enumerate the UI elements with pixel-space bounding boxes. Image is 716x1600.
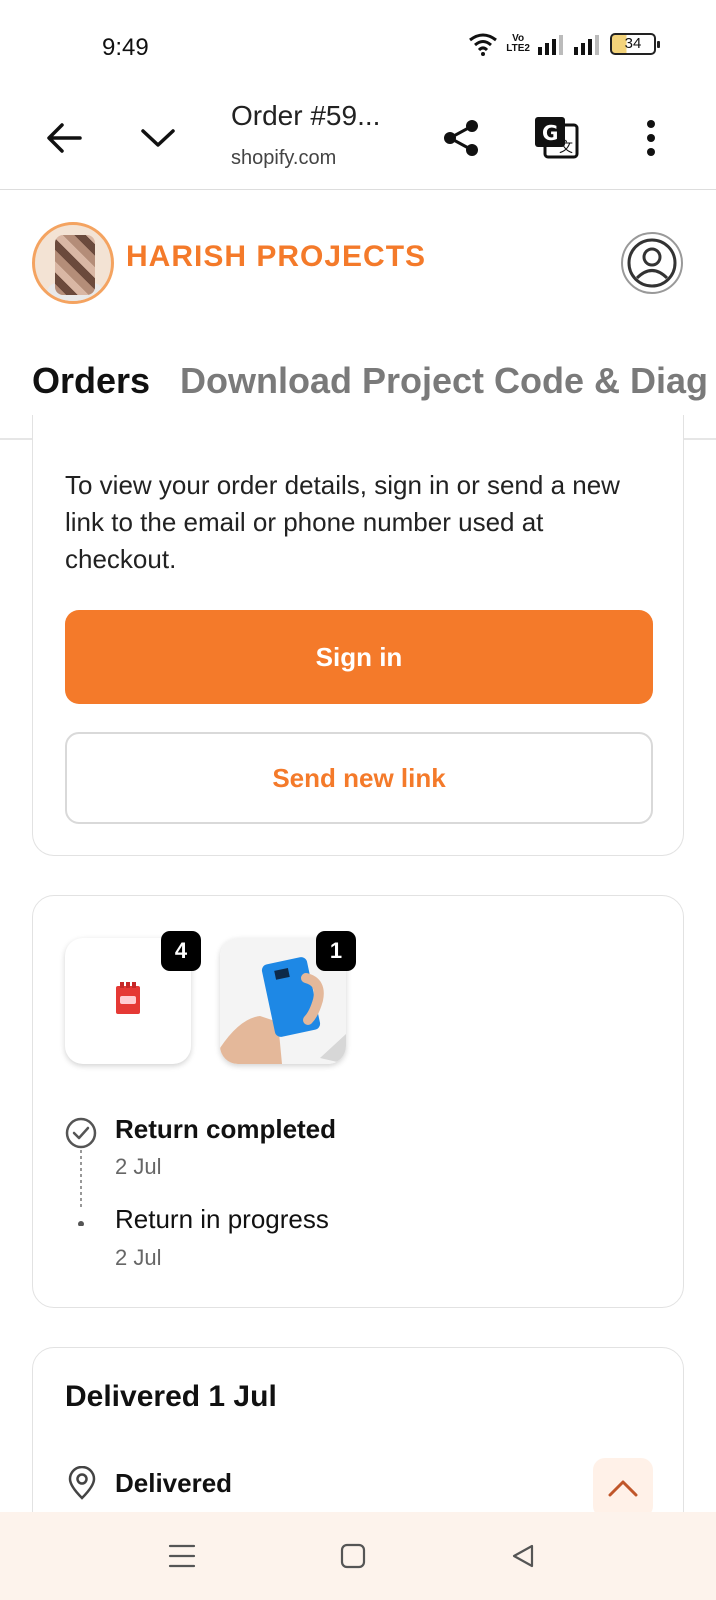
send-new-link-button[interactable]: Send new link <box>65 732 653 824</box>
check-circle-icon <box>65 1117 97 1149</box>
chevron-down-icon <box>141 129 175 147</box>
sign-in-button[interactable]: Sign in <box>65 610 653 704</box>
tab-download-project-code[interactable]: Download Project Code & Diag <box>180 360 716 402</box>
order-card: 4 1 Return completed 2 Jul Return in pro… <box>32 895 684 1308</box>
timeline-status: Return in progress <box>115 1204 329 1234</box>
volte-line2: LTE2 <box>506 43 530 54</box>
triangle-back-icon <box>512 1544 534 1568</box>
clock: 9:49 <box>102 34 149 61</box>
location-pin-icon <box>68 1466 96 1500</box>
translate-icon: G 文 <box>535 117 579 159</box>
recent-apps-button[interactable] <box>164 1538 200 1574</box>
account-button[interactable] <box>621 232 683 294</box>
translate-button[interactable]: G 文 <box>526 108 586 168</box>
store-header: HARISH PROJECTS Orders Download Project … <box>0 190 716 440</box>
quantity-badge: 1 <box>316 931 356 971</box>
browser-toolbar: Order #59... shopify.com G 文 <box>0 92 716 190</box>
signin-card: To view your order details, sign in or s… <box>32 415 684 856</box>
quantity-badge: 4 <box>161 931 201 971</box>
share-icon <box>444 120 478 156</box>
more-options-button[interactable] <box>621 108 681 168</box>
more-vertical-icon <box>647 120 655 156</box>
timeline-date: 2 Jul <box>115 1154 162 1179</box>
collapse-button[interactable] <box>593 1458 653 1518</box>
timeline-date: 2 Jul <box>115 1245 162 1270</box>
svg-text:G: G <box>542 121 558 145</box>
signal-icon <box>538 35 563 55</box>
tab-switcher-button[interactable] <box>128 108 188 168</box>
dot-icon <box>78 1221 84 1226</box>
arrow-left-icon <box>47 123 82 153</box>
svg-text:文: 文 <box>559 140 573 156</box>
delivery-status: Delivered <box>115 1468 233 1498</box>
share-button[interactable] <box>431 108 491 168</box>
logo-face-blurred <box>55 235 95 295</box>
status-icons: Vo LTE2 34 <box>468 32 660 56</box>
timeline-status: Return completed <box>115 1114 337 1144</box>
page-url[interactable]: shopify.com <box>231 147 336 170</box>
home-button[interactable] <box>335 1538 371 1574</box>
store-name[interactable]: HARISH PROJECTS <box>126 240 426 274</box>
system-nav-bar <box>0 1512 716 1600</box>
delivery-title: Delivered 1 Jul <box>65 1380 277 1413</box>
volte-icon: Vo LTE2 <box>506 34 530 54</box>
menu-lines-icon <box>168 1544 196 1568</box>
status-bar: 9:49 Vo LTE2 34 <box>0 0 716 92</box>
back-nav-button[interactable] <box>505 1538 541 1574</box>
square-home-icon <box>340 1543 366 1569</box>
battery-icon: 34 <box>610 33 660 55</box>
tab-orders[interactable]: Orders <box>32 360 150 402</box>
back-button[interactable] <box>34 108 94 168</box>
store-logo[interactable] <box>32 222 114 304</box>
page-title[interactable]: Order #59... <box>231 100 380 132</box>
signal-icon-2 <box>574 35 599 55</box>
wifi-icon <box>469 33 498 56</box>
timeline-graphic <box>65 1117 97 1226</box>
chevron-up-icon <box>608 1480 638 1497</box>
user-icon <box>627 238 677 288</box>
signin-message: To view your order details, sign in or s… <box>65 470 620 574</box>
